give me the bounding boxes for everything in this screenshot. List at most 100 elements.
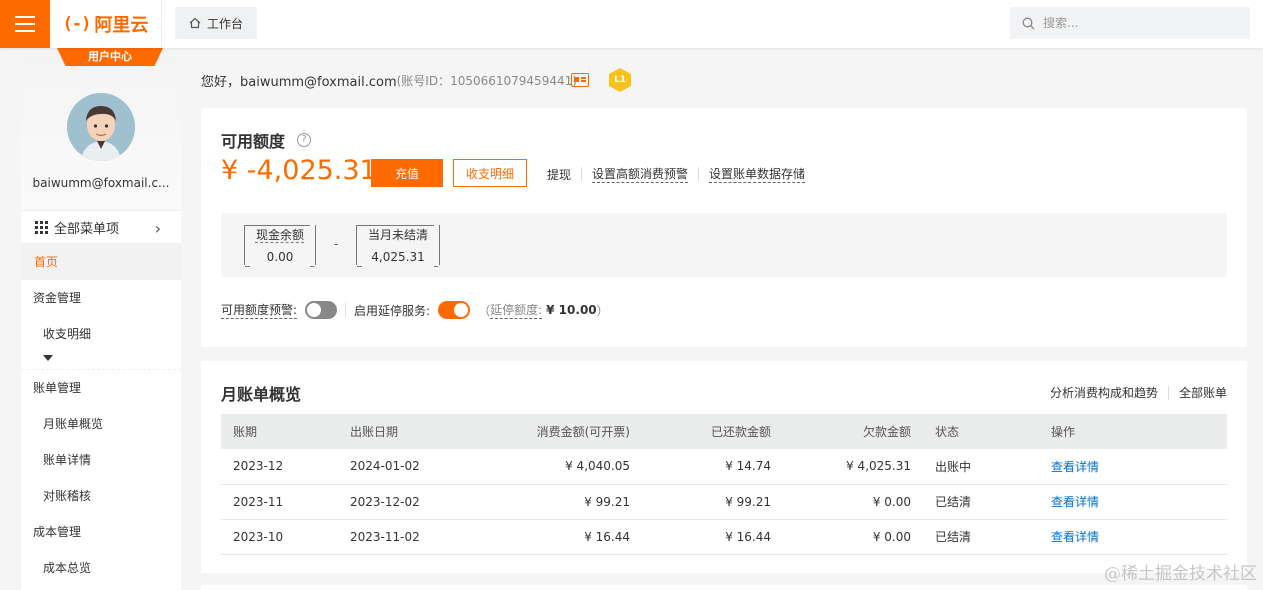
col-status: 状态 <box>923 414 1039 449</box>
delay-service-toggle[interactable] <box>438 301 471 319</box>
nav-item-cost-overview[interactable]: 成本总览 <box>21 550 181 586</box>
minus-sign: - <box>334 237 339 251</box>
grid-icon <box>35 220 48 234</box>
search-box[interactable] <box>1010 7 1250 39</box>
nav-item-home[interactable]: 首页 <box>21 244 181 280</box>
user-email: baiwumm@foxmail.c... <box>32 176 170 190</box>
view-details-link[interactable]: 查看详情 <box>1051 460 1099 474</box>
view-details-link[interactable]: 查看详情 <box>1051 495 1099 509</box>
delay-service-label: 启用延停服务: <box>354 303 431 318</box>
brand-mark: (-) <box>62 14 92 34</box>
top-bar: (-) 阿里云 工作台 <box>0 0 1263 48</box>
cell-period: 2023-11 <box>221 484 338 520</box>
cash-balance-box: 现金余额 0.00 <box>244 225 316 265</box>
brand-name: 阿里云 <box>94 15 149 36</box>
table-row: 2023-10 2023-11-02 ¥ 16.44 ¥ 16.44 ¥ 0.0… <box>221 519 1227 555</box>
home-icon <box>189 17 201 29</box>
nav-item-transactions[interactable]: 收支明细 <box>21 316 181 352</box>
nav-item-reconciliation[interactable]: 对账稽核 <box>21 478 181 514</box>
greeting: 您好，baiwumm@foxmail.com (账号ID：10506610794… <box>201 70 577 90</box>
cell-owed: ¥ 4,025.31 <box>783 449 923 485</box>
cell-status: 出账中 <box>923 449 1039 485</box>
transactions-button[interactable]: 收支明细 <box>453 159 527 187</box>
bills-table: 账期 出账日期 消费金额(可开票) 已还款金额 欠款金额 状态 操作 2023-… <box>221 414 1227 555</box>
recharge-button[interactable]: 充值 <box>371 159 443 187</box>
chevron-right-icon: › <box>154 219 161 238</box>
table-header-row: 账期 出账日期 消费金额(可开票) 已还款金额 欠款金额 状态 操作 <box>221 414 1227 449</box>
delay-paren-open: （ <box>478 303 491 318</box>
delay-quota-value: ¥ 10.00 <box>546 303 597 317</box>
cell-owed: ¥ 0.00 <box>783 484 923 520</box>
col-date: 出账日期 <box>338 414 468 449</box>
quota-panel: 可用额度 ? ¥ -4,025.31 充值 收支明细 提现 设置高额消费预警 设… <box>201 108 1247 347</box>
menu-icon[interactable] <box>0 0 50 48</box>
col-paid: 已还款金额 <box>642 414 783 449</box>
cell-period: 2023-10 <box>221 519 338 555</box>
cell-paid: ¥ 99.21 <box>642 484 783 520</box>
unsettled-box: 当月未结清 4,025.31 <box>356 225 440 265</box>
high-spend-alert-link[interactable]: 设置高额消费预警 <box>592 165 689 183</box>
level-badge-icon[interactable]: L1 <box>609 68 631 92</box>
watermark: @稀土掘金技术社区 <box>1104 564 1257 584</box>
view-details-link[interactable]: 查看详情 <box>1051 530 1099 544</box>
all-bills-link[interactable]: 全部账单 <box>1179 384 1227 401</box>
cell-amount: ¥ 16.44 <box>468 519 642 555</box>
cell-owed: ¥ 0.00 <box>783 519 923 555</box>
quota-alert-label: 可用额度预警: <box>221 303 298 319</box>
workbench-button[interactable]: 工作台 <box>175 7 257 39</box>
table-row: 2023-11 2023-12-02 ¥ 99.21 ¥ 99.21 ¥ 0.0… <box>221 484 1227 520</box>
caret-down-icon <box>43 355 53 361</box>
help-icon[interactable]: ? <box>297 133 311 147</box>
col-amount: 消费金额(可开票) <box>468 414 642 449</box>
delay-quota-label: 延停额度: <box>490 303 543 319</box>
bill-storage-link[interactable]: 设置账单数据存储 <box>709 165 806 183</box>
monthly-bills-panel: 月账单概览 分析消费构成和趋势 全部账单 账期 出账日期 消费金额(可开票) 已… <box>201 361 1247 573</box>
search-icon <box>1022 17 1035 29</box>
cell-status: 已结清 <box>923 519 1039 555</box>
cell-paid: ¥ 14.74 <box>642 449 783 485</box>
user-center-tag[interactable]: 用户中心 <box>57 48 163 66</box>
nav-group-billing[interactable]: 账单管理 <box>21 370 181 406</box>
unsettled-label: 当月未结清 <box>367 228 428 242</box>
cell-date: 2023-12-02 <box>338 484 468 520</box>
sidebar: 用户中心 baiwumm@foxmail.c... 全部菜单项 › 首页 资金管… <box>21 48 181 590</box>
id-card-icon[interactable] <box>571 73 589 87</box>
nav-item-bill-details[interactable]: 账单详情 <box>21 442 181 478</box>
aliyun-logo[interactable]: (-) 阿里云 <box>50 0 162 48</box>
avatar-image <box>67 93 135 161</box>
cell-paid: ¥ 16.44 <box>642 519 783 555</box>
cell-status: 已结清 <box>923 484 1039 520</box>
col-action: 操作 <box>1039 414 1227 449</box>
cell-period: 2023-12 <box>221 449 338 485</box>
nav-group-cost[interactable]: 成本管理 <box>21 514 181 550</box>
delay-paren-close: ） <box>596 303 609 318</box>
cell-date: 2023-11-02 <box>338 519 468 555</box>
greeting-text: 您好，baiwumm@foxmail.com <box>201 74 397 90</box>
quota-alert-toggle[interactable] <box>305 301 338 319</box>
collapse-divider[interactable] <box>21 352 181 370</box>
nav-group-funds[interactable]: 资金管理 <box>21 280 181 316</box>
cell-amount: ¥ 99.21 <box>468 484 642 520</box>
balance-formula: 现金余额 0.00 - 当月未结清 4,025.31 <box>221 213 1227 277</box>
account-id: (账号ID：1050661079459441) <box>396 73 577 88</box>
cell-amount: ¥ 4,040.05 <box>468 449 642 485</box>
quota-actions: 提现 设置高额消费预警 设置账单数据存储 <box>547 165 806 183</box>
next-panel <box>201 585 1247 590</box>
col-owed: 欠款金额 <box>783 414 923 449</box>
cell-date: 2024-01-02 <box>338 449 468 485</box>
table-row: 2023-12 2024-01-02 ¥ 4,040.05 ¥ 14.74 ¥ … <box>221 449 1227 485</box>
search-input[interactable] <box>1043 16 1233 30</box>
bills-links: 分析消费构成和趋势 全部账单 <box>1050 384 1227 401</box>
unsettled-value: 4,025.31 <box>371 250 425 264</box>
cash-balance-label: 现金余额 <box>255 228 304 242</box>
balance-amount: ¥ -4,025.31 <box>221 155 377 186</box>
all-menu-label: 全部菜单项 <box>54 221 120 237</box>
nav-item-monthly-overview[interactable]: 月账单概览 <box>21 406 181 442</box>
bills-title: 月账单概览 <box>221 385 302 404</box>
user-header: 用户中心 baiwumm@foxmail.c... <box>21 48 181 210</box>
all-menu-button[interactable]: 全部菜单项 › <box>21 210 181 244</box>
withdraw-link[interactable]: 提现 <box>547 166 571 183</box>
analyze-spending-link[interactable]: 分析消费构成和趋势 <box>1050 384 1158 401</box>
quota-title: 可用额度 <box>221 132 286 151</box>
avatar[interactable] <box>67 93 135 161</box>
